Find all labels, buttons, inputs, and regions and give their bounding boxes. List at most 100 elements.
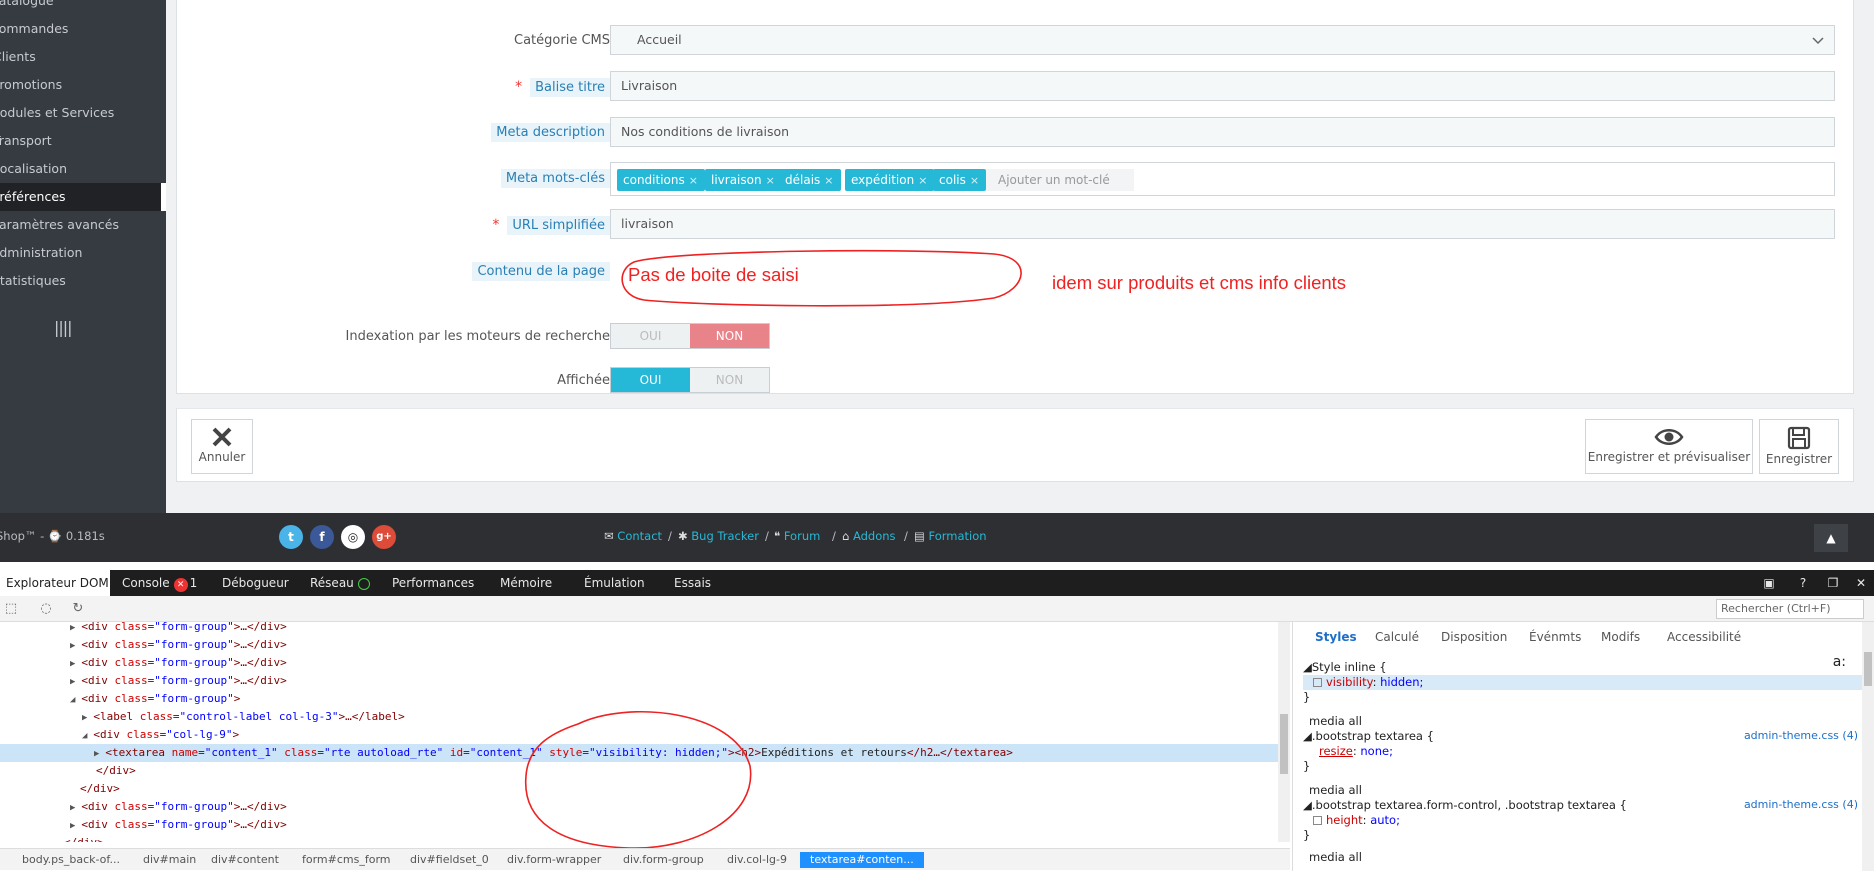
crumb[interactable]: div.form-wrapper <box>507 852 601 868</box>
save-and-preview-button[interactable]: Enregistrer et prévisualiser <box>1585 419 1753 474</box>
crumb[interactable]: body.ps_back-of... <box>22 852 120 868</box>
collapse-triangle-icon[interactable]: ◢ <box>1303 729 1312 743</box>
sidebar-item-orders[interactable]: Commandes <box>0 15 166 43</box>
tag-remove-icon[interactable]: × <box>689 174 698 187</box>
crumb-active[interactable]: textarea#conten... <box>800 852 924 868</box>
dom-node[interactable]: ▶ <div class="form-group">…</div> <box>70 798 287 816</box>
sidebar-item-preferences[interactable]: Préférences <box>0 183 166 211</box>
displayed-no[interactable]: NON <box>690 368 769 392</box>
sidebar-item-advanced-params[interactable]: Paramètres avancés <box>0 211 166 239</box>
tab-emulation[interactable]: Émulation <box>578 570 651 596</box>
dom-node[interactable]: ▶ <div class="form-group">…</div> <box>70 622 287 636</box>
checkbox-icon[interactable] <box>1313 816 1322 825</box>
tab-styles[interactable]: Styles <box>1315 630 1357 644</box>
save-button[interactable]: Enregistrer <box>1759 419 1839 474</box>
twitter-icon[interactable]: t <box>279 525 303 549</box>
scroll-top-button[interactable]: ▲ <box>1814 524 1848 552</box>
tab-console[interactable]: Console ✕ 1 <box>116 570 203 596</box>
dom-node[interactable]: ▶ <div class="form-group">…</div> <box>70 672 287 690</box>
styles-scrollbar-thumb[interactable] <box>1864 652 1872 686</box>
crumb[interactable]: div.col-lg-9 <box>727 852 787 868</box>
footer-link-contact[interactable]: ✉ Contact <box>604 529 662 543</box>
checkbox-icon[interactable] <box>1313 678 1322 687</box>
tag-colis[interactable]: colis × <box>933 169 987 191</box>
dom-node[interactable]: ▶ <div class="form-group">…</div> <box>70 654 287 672</box>
dom-node[interactable]: ▶ <label class="control-label col-lg-3">…… <box>82 708 405 726</box>
dom-node[interactable]: </div> <box>96 762 136 780</box>
tab-memory[interactable]: Mémoire <box>494 570 558 596</box>
tab-network[interactable]: Réseau <box>304 570 376 596</box>
tag-remove-icon[interactable]: × <box>918 174 927 187</box>
dom-scrollbar-thumb[interactable] <box>1280 714 1288 774</box>
inline-style-prop[interactable]: visibility: hidden; <box>1303 675 1863 690</box>
crumb[interactable]: div#fieldset_0 <box>410 852 489 868</box>
sidebar-item-promotions[interactable]: Promotions <box>0 71 166 99</box>
stylesheet-link[interactable]: admin-theme.css (4) <box>1744 729 1858 742</box>
facebook-icon[interactable]: f <box>310 525 334 549</box>
tab-debugger[interactable]: Débogueur <box>216 570 295 596</box>
tab-changes[interactable]: Modifs <box>1601 630 1640 644</box>
dom-node[interactable]: </div> <box>80 780 120 798</box>
tab-tests[interactable]: Essais <box>668 570 717 596</box>
tab-dom-explorer[interactable]: Explorateur DOM <box>0 570 110 596</box>
tag-remove-icon[interactable]: × <box>970 174 979 187</box>
footer-link-forum[interactable]: ❝ Forum <box>774 529 820 543</box>
sidebar-item-stats[interactable]: Statistiques <box>0 267 166 295</box>
cancel-button[interactable]: Annuler <box>191 419 253 474</box>
dom-node[interactable]: ◢ <div class="col-lg-9"> <box>82 726 239 744</box>
github-icon[interactable]: ◎ <box>341 525 365 549</box>
sidebar-item-catalogue[interactable]: Catalogue <box>0 0 166 15</box>
crumb[interactable]: div#main <box>143 852 196 868</box>
rule-prop[interactable]: resize: none; <box>1303 744 1393 759</box>
meta-keywords-tags[interactable]: conditions × livraison × délais × expéditio… <box>610 162 1835 196</box>
indexation-toggle[interactable]: OUI NON <box>610 323 770 349</box>
indexation-no[interactable]: NON <box>690 324 769 348</box>
footer-link-addons[interactable]: ⌂ Addons <box>842 529 896 543</box>
styles-scrollbar[interactable] <box>1862 622 1874 871</box>
tag-conditions[interactable]: conditions × <box>617 169 705 191</box>
font-size-button[interactable]: a: <box>1833 654 1846 670</box>
meta-title-input[interactable]: Livraison <box>610 71 1835 101</box>
select-element-icon[interactable]: ⬚ <box>3 601 19 617</box>
tab-events[interactable]: Événmts <box>1529 630 1581 644</box>
undock-icon[interactable]: ❐ <box>1822 570 1844 596</box>
tag-remove-icon[interactable]: × <box>824 174 833 187</box>
tag-delais[interactable]: délais × <box>779 169 841 191</box>
friendly-url-input[interactable]: livraison <box>610 209 1835 239</box>
tab-accessibility[interactable]: Accessibilité <box>1667 630 1741 644</box>
dom-node[interactable]: ◢ <div class="form-group"> <box>70 690 240 708</box>
crumb[interactable]: form#cms_form <box>302 852 391 868</box>
help-icon[interactable]: ? <box>1792 570 1814 596</box>
displayed-toggle[interactable]: OUI NON <box>610 367 770 393</box>
footer-link-bug-tracker[interactable]: ✱ Bug Tracker <box>678 529 759 543</box>
tag-expedition[interactable]: expédition × <box>845 169 935 191</box>
dom-scrollbar[interactable] <box>1278 622 1290 842</box>
displayed-yes[interactable]: OUI <box>611 368 690 392</box>
meta-description-input[interactable]: Nos conditions de livraison <box>610 117 1835 147</box>
footer-link-training[interactable]: ▤ Formation <box>914 529 987 543</box>
devtools-search-input[interactable]: Rechercher (Ctrl+F) <box>1716 599 1864 619</box>
dom-node[interactable]: ▶ <div class="form-group">…</div> <box>70 636 287 654</box>
sidebar-collapse-icon[interactable]: |||| <box>54 318 73 337</box>
tab-layout[interactable]: Disposition <box>1441 630 1507 644</box>
indexation-yes[interactable]: OUI <box>611 324 690 348</box>
sidebar-item-customers[interactable]: Clients <box>0 43 166 71</box>
highlight-icon[interactable]: ◌ <box>38 601 54 617</box>
tag-livraison[interactable]: livraison × <box>705 169 782 191</box>
collapse-triangle-icon[interactable]: ◢ <box>1303 798 1312 812</box>
rule-prop[interactable]: height: auto; <box>1303 813 1400 828</box>
cms-category-select[interactable]: Accueil <box>610 25 1835 55</box>
crumb[interactable]: div.form-group <box>623 852 704 868</box>
tab-computed[interactable]: Calculé <box>1375 630 1419 644</box>
tag-remove-icon[interactable]: × <box>766 174 775 187</box>
dock-icon[interactable]: ▣ <box>1758 570 1780 596</box>
stylesheet-link[interactable]: admin-theme.css (4) <box>1744 798 1858 811</box>
sidebar-item-administration[interactable]: Administration <box>0 239 166 267</box>
sidebar-item-shipping[interactable]: Transport <box>0 127 166 155</box>
dom-node[interactable]: </div> <box>64 834 104 842</box>
collapse-triangle-icon[interactable]: ◢ <box>1303 660 1312 674</box>
close-devtools-icon[interactable]: ✕ <box>1850 570 1872 596</box>
add-keyword-input[interactable]: Ajouter un mot-clé <box>986 169 1134 191</box>
refresh-dom-icon[interactable]: ↻ <box>70 601 86 617</box>
dom-node[interactable]: ▶ <div class="form-group">…</div> <box>70 816 287 834</box>
